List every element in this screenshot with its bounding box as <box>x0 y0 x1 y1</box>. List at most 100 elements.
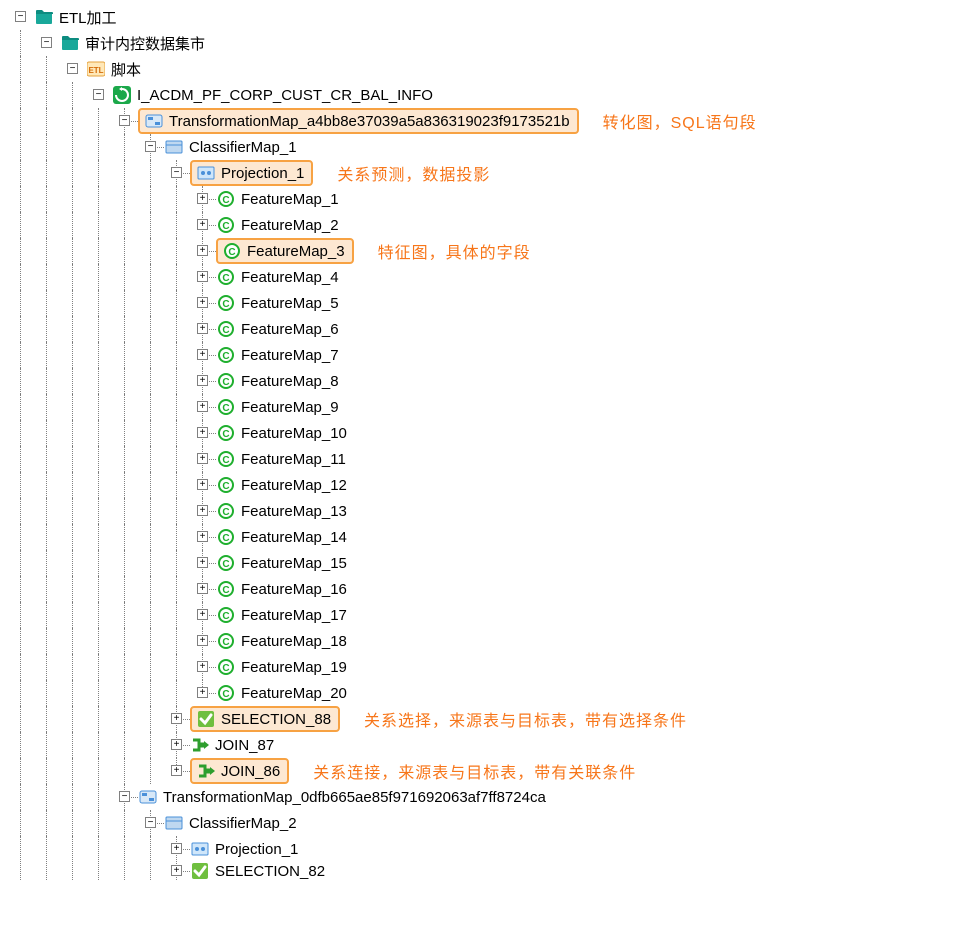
etl-icon <box>86 60 106 78</box>
feature-icon <box>216 190 236 208</box>
feature-icon <box>216 450 236 468</box>
tree-item-featuremap[interactable]: +FeatureMap_16 <box>8 576 972 602</box>
tree-item-sel88[interactable]: + SELECTION_88 关系选择，来源表与目标表，带有选择条件 <box>8 706 972 732</box>
tree-label: JOIN_87 <box>212 736 277 755</box>
class-icon <box>164 138 184 156</box>
tree-item-featuremap[interactable]: +FeatureMap_2 <box>8 212 972 238</box>
tree-item-featuremap[interactable]: +FeatureMap_10 <box>8 420 972 446</box>
tree-item-featuremap[interactable]: + FeatureMap_3 特征图，具体的字段 <box>8 238 972 264</box>
annotation-feat: 特征图，具体的字段 <box>378 239 531 263</box>
tree-item-tmap2[interactable]: − TransformationMap_0dfb665ae85f97169206… <box>8 784 972 810</box>
expand-icon[interactable]: + <box>197 479 208 490</box>
expand-icon[interactable]: + <box>197 375 208 386</box>
expand-icon[interactable]: + <box>197 271 208 282</box>
tree-label: Projection_1 <box>218 164 307 183</box>
tree-item-proj1[interactable]: − Projection_1 关系预测，数据投影 <box>8 160 972 186</box>
annotation-tmap: 转化图，SQL语句段 <box>603 109 757 133</box>
tree-item-featuremap[interactable]: +FeatureMap_13 <box>8 498 972 524</box>
tree-label: JOIN_86 <box>218 762 283 781</box>
expand-icon[interactable]: + <box>171 739 182 750</box>
expand-icon[interactable]: + <box>197 219 208 230</box>
tree-item-featuremap[interactable]: +FeatureMap_5 <box>8 290 972 316</box>
expand-icon[interactable]: + <box>197 323 208 334</box>
highlight-box: FeatureMap_3 <box>216 238 354 264</box>
expand-icon[interactable]: + <box>171 765 182 776</box>
expand-icon[interactable]: + <box>197 427 208 438</box>
projection-icon <box>196 164 216 182</box>
tree-label: TransformationMap_a4bb8e37039a5a83631902… <box>166 112 573 131</box>
expand-icon[interactable]: + <box>171 713 182 724</box>
collapse-icon[interactable]: − <box>119 791 130 802</box>
tree-item-featuremap[interactable]: + FeatureMap_4 <box>8 264 972 290</box>
tree-label: 脚本 <box>108 58 144 81</box>
tree-item-featuremap[interactable]: +FeatureMap_14 <box>8 524 972 550</box>
expand-icon[interactable]: + <box>197 193 208 204</box>
tree-label: ETL加工 <box>56 6 120 29</box>
tree-item-join86[interactable]: + JOIN_86 关系连接，来源表与目标表，带有关联条件 <box>8 758 972 784</box>
tree-label: FeatureMap_20 <box>238 684 350 703</box>
feature-icon <box>216 424 236 442</box>
tree-item-datamart[interactable]: − 审计内控数据集市 <box>8 30 972 56</box>
tree-item-featuremap[interactable]: +FeatureMap_19 <box>8 654 972 680</box>
tree-item-proj2[interactable]: + Projection_1 <box>8 836 972 862</box>
collapse-icon[interactable]: − <box>171 167 182 178</box>
highlight-box: Projection_1 <box>190 160 313 186</box>
collapse-icon[interactable]: − <box>67 63 78 74</box>
tree-item-root[interactable]: − ETL加工 <box>8 4 972 30</box>
expand-icon[interactable]: + <box>197 453 208 464</box>
expand-icon[interactable]: + <box>197 297 208 308</box>
expand-icon[interactable]: + <box>197 505 208 516</box>
tree-label: FeatureMap_7 <box>238 346 342 365</box>
feature-icon <box>216 268 236 286</box>
tree-label: Projection_1 <box>212 840 301 859</box>
tree-item-featuremap[interactable]: +FeatureMap_6 <box>8 316 972 342</box>
expand-icon[interactable]: + <box>197 583 208 594</box>
tree-item-join87[interactable]: + JOIN_87 <box>8 732 972 758</box>
collapse-icon[interactable]: − <box>119 115 130 126</box>
folder-icon <box>60 34 80 52</box>
tree-item-cmap1[interactable]: − ClassifierMap_1 <box>8 134 972 160</box>
annotation-join: 关系连接，来源表与目标表，带有关联条件 <box>313 759 636 783</box>
expand-icon[interactable]: + <box>197 557 208 568</box>
tree-label: I_ACDM_PF_CORP_CUST_CR_BAL_INFO <box>134 86 436 105</box>
expand-icon[interactable]: + <box>171 865 182 876</box>
tree-label: FeatureMap_15 <box>238 554 350 573</box>
tree-item-featuremap[interactable]: +FeatureMap_9 <box>8 394 972 420</box>
expand-icon[interactable]: + <box>197 687 208 698</box>
tree-item-featuremap[interactable]: +FeatureMap_1 <box>8 186 972 212</box>
map-icon <box>138 788 158 806</box>
collapse-icon[interactable]: − <box>145 141 156 152</box>
feature-icon <box>216 476 236 494</box>
tree-item-featuremap[interactable]: +FeatureMap_8 <box>8 368 972 394</box>
expand-icon[interactable]: + <box>197 635 208 646</box>
expand-icon[interactable]: + <box>197 609 208 620</box>
tree-item-featuremap[interactable]: + FeatureMap_15 <box>8 550 972 576</box>
tree-item-featuremap[interactable]: +FeatureMap_17 <box>8 602 972 628</box>
expand-icon[interactable]: + <box>197 531 208 542</box>
tree-item-cmap2[interactable]: − ClassifierMap_2 <box>8 810 972 836</box>
collapse-icon[interactable]: − <box>15 11 26 22</box>
collapse-icon[interactable]: − <box>93 89 104 100</box>
feature-icon <box>216 528 236 546</box>
annotation-proj: 关系预测，数据投影 <box>337 161 490 185</box>
highlight-box: SELECTION_88 <box>190 706 340 732</box>
feature-icon <box>216 502 236 520</box>
tree-item-job[interactable]: − I_ACDM_PF_CORP_CUST_CR_BAL_INFO <box>8 82 972 108</box>
collapse-icon[interactable]: − <box>41 37 52 48</box>
expand-icon[interactable]: + <box>197 245 208 256</box>
tree-item-featuremap[interactable]: +FeatureMap_18 <box>8 628 972 654</box>
expand-icon[interactable]: + <box>171 843 182 854</box>
tree-item-featuremap[interactable]: +FeatureMap_11 <box>8 446 972 472</box>
tree-item-sel82[interactable]: + SELECTION_82 <box>8 862 972 880</box>
tree-item-featuremap[interactable]: + FeatureMap_7 <box>8 342 972 368</box>
tree-item-scripts[interactable]: − 脚本 <box>8 56 972 82</box>
tree-item-featuremap[interactable]: + FeatureMap_20 <box>8 680 972 706</box>
tree-item-featuremap[interactable]: +FeatureMap_12 <box>8 472 972 498</box>
expand-icon[interactable]: + <box>197 349 208 360</box>
expand-icon[interactable]: + <box>197 401 208 412</box>
annotation-sel: 关系选择，来源表与目标表，带有选择条件 <box>364 707 687 731</box>
expand-icon[interactable]: + <box>197 661 208 672</box>
tree-label: FeatureMap_4 <box>238 268 342 287</box>
tree-item-tmap1[interactable]: − TransformationMap_a4bb8e37039a5a836319… <box>8 108 972 134</box>
collapse-icon[interactable]: − <box>145 817 156 828</box>
